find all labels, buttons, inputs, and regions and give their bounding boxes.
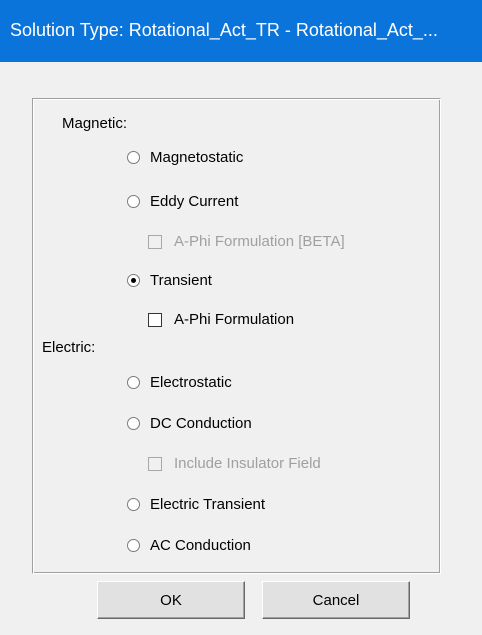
checkbox-insulator-label: Include Insulator Field [174,455,321,472]
checkbox-indicator[interactable] [148,312,162,327]
radio-transient-label: Transient [150,272,212,289]
radio-magnetostatic-label: Magnetostatic [150,149,244,166]
radio-electric-transient-label: Electric Transient [150,496,266,513]
radio-eddy-current[interactable]: Eddy Current [127,193,238,210]
ok-button[interactable]: OK [97,581,245,619]
window-title: Solution Type: Rotational_Act_TR - Rotat… [10,19,438,40]
radio-indicator[interactable] [127,498,140,511]
radio-transient[interactable]: Transient [127,272,212,289]
radio-indicator[interactable] [127,539,140,552]
checkbox-transient-aphi-label: A-Phi Formulation [174,311,295,328]
checkbox-indicator [148,456,162,471]
radio-dc-conduction[interactable]: DC Conduction [127,415,252,432]
ok-button-label: OK [160,591,182,609]
radio-electrostatic-label: Electrostatic [150,374,232,391]
electric-heading: Electric: [42,339,96,356]
checkbox-eddy-aphi-label: A-Phi Formulation [BETA] [174,233,345,250]
radio-indicator[interactable] [127,195,140,208]
checkbox-indicator [148,234,162,249]
radio-magnetostatic[interactable]: Magnetostatic [127,149,243,166]
checkbox-eddy-aphi-formulation: A-Phi Formulation [BETA] [148,233,345,250]
radio-indicator[interactable] [127,274,140,287]
dialog-client-area: Magnetic: Magnetostatic Eddy Current A-P… [0,62,482,635]
cancel-button-label: Cancel [312,591,360,609]
magnetic-heading: Magnetic: [62,115,128,132]
radio-dc-conduction-label: DC Conduction [150,415,252,432]
checkbox-include-insulator-field: Include Insulator Field [148,455,321,472]
radio-eddy-current-label: Eddy Current [150,193,239,210]
radio-indicator[interactable] [127,151,140,164]
radio-electrostatic[interactable]: Electrostatic [127,374,232,391]
radio-ac-conduction-label: AC Conduction [150,537,251,554]
title-bar[interactable]: Solution Type: Rotational_Act_TR - Rotat… [0,0,482,62]
radio-selected-dot [131,278,136,283]
solution-type-dialog: Solution Type: Rotational_Act_TR - Rotat… [0,0,482,635]
radio-indicator[interactable] [127,417,140,430]
cancel-button[interactable]: Cancel [262,581,410,619]
radio-electric-transient[interactable]: Electric Transient [127,496,265,513]
radio-ac-conduction[interactable]: AC Conduction [127,537,251,554]
radio-indicator[interactable] [127,376,140,389]
checkbox-transient-aphi-formulation[interactable]: A-Phi Formulation [148,311,294,328]
